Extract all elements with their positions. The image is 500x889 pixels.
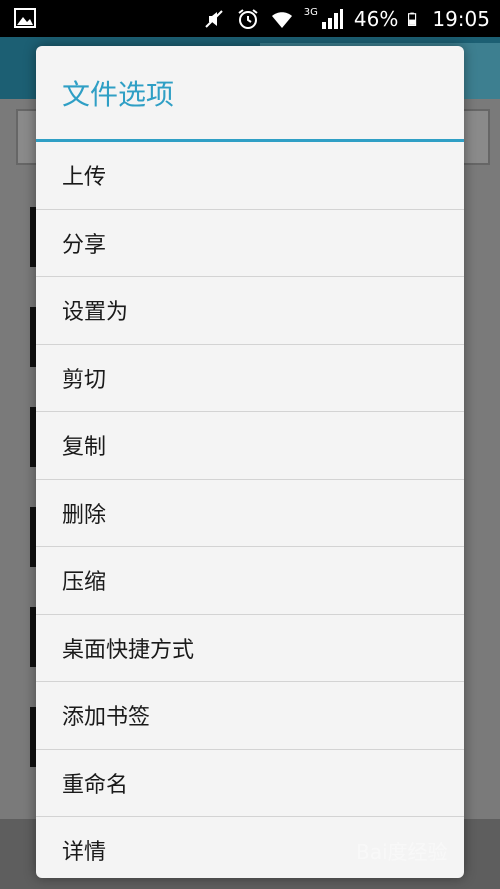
image-icon [14,8,36,28]
battery-percent: 46% [353,6,399,31]
menu-item[interactable]: 剪切 [36,345,464,412]
mute-icon [205,9,223,28]
status-bar: 3G 46% 19:05 [0,0,500,37]
menu-list: 上传 分享 设置为 剪切 复制 删除 压缩 桌面快捷方式 添加书签 重命名 详情 [36,142,464,878]
menu-item[interactable]: 分享 [36,210,464,277]
network-type: 3G [303,7,318,18]
menu-item[interactable]: 设置为 [36,277,464,345]
battery-icon [408,12,417,26]
menu-item[interactable]: 上传 [36,142,464,210]
baidu-jingyan-watermark: Bai度经验 [356,837,476,867]
menu-item[interactable]: 添加书签 [36,682,464,750]
file-options-dialog: 文件选项 上传 分享 设置为 剪切 复制 删除 压缩 桌面快捷方式 添加书签 重命名 详情 [36,46,464,878]
menu-item[interactable]: 桌面快捷方式 [36,615,464,682]
menu-item[interactable]: 删除 [36,480,464,547]
dialog-title: 文件选项 [36,46,464,142]
watermark-text: Bai度经验 [356,840,448,864]
signal-icon [321,8,343,29]
menu-item[interactable]: 重命名 [36,750,464,817]
menu-item[interactable]: 复制 [36,412,464,480]
clock: 19:05 [432,6,490,31]
alarm-icon [238,8,258,29]
menu-item[interactable]: 压缩 [36,547,464,615]
wifi-icon [271,11,292,28]
